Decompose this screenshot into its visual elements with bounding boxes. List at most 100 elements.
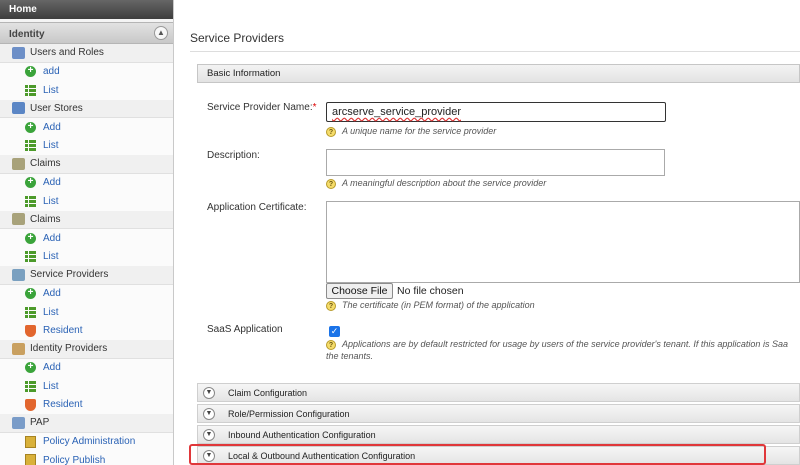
required-mark: * [312, 102, 317, 113]
sidebar-item-label: Add [43, 288, 61, 300]
policy-icon [25, 454, 36, 465]
sp-name-input[interactable]: arcserve_service_provider [326, 102, 666, 122]
sidebar-group: User Stores + Add List [0, 99, 173, 155]
sidebar-group-label: Service Providers [30, 269, 109, 281]
list-icon [25, 380, 36, 392]
policy-icon [25, 435, 36, 448]
collapse-icon[interactable]: ▲ [154, 26, 168, 40]
sidebar-item[interactable]: Policy Publish [0, 451, 173, 465]
sidebar-group: Users and Roles + add List [0, 44, 173, 100]
sidebar-group-icon [12, 102, 25, 115]
saas-help: ? Applications are by default restricted… [326, 339, 800, 350]
sidebar-group-header: Identity Providers [0, 340, 173, 359]
add-icon: + [25, 66, 36, 78]
sidebar-group-icon [12, 342, 25, 355]
accordion-label: Claim Configuration [228, 387, 308, 398]
sidebar-item[interactable]: Resident [0, 395, 173, 414]
accordion-header[interactable]: ▼ Inbound Authentication Configuration [197, 425, 800, 444]
chevron-down-icon[interactable]: ▼ [203, 386, 215, 399]
sidebar-item-label: Policy Publish [43, 454, 106, 465]
sidebar-item-label: Resident [43, 399, 83, 411]
basic-information-header[interactable]: Basic Information [197, 64, 800, 83]
sidebar: Home Identity ▲ Users and Roles + add List U… [0, 0, 174, 465]
accordion-label: Local & Outbound Authentication Configur… [228, 450, 416, 461]
sidebar-item[interactable]: List [0, 247, 173, 266]
sidebar-item[interactable]: + Add [0, 284, 173, 303]
sidebar-item-label: add [43, 66, 60, 78]
list-icon [25, 251, 36, 263]
add-icon: + [25, 288, 36, 300]
sidebar-item[interactable]: List [0, 192, 173, 211]
sidebar-item[interactable]: List [0, 303, 173, 322]
sidebar-item[interactable]: Policy Administration [0, 432, 173, 451]
sidebar-group-icon [12, 268, 25, 281]
list-icon [25, 306, 36, 318]
sidebar-group: Claims + Add List [0, 155, 173, 211]
sidebar-item[interactable]: + Add [0, 173, 173, 192]
add-icon: + [25, 177, 36, 189]
help-icon: ? [326, 340, 336, 350]
list-icon [25, 195, 36, 207]
sidebar-group: Identity Providers + Add List Resident [0, 340, 173, 414]
chevron-down-icon[interactable]: ▼ [203, 428, 215, 441]
add-icon: + [25, 232, 36, 244]
sidebar-group-header: PAP [0, 414, 173, 433]
sidebar-nav: Users and Roles + add List User Stores + Add Li… [0, 44, 173, 465]
sidebar-item[interactable]: Resident [0, 321, 173, 340]
identity-section-header[interactable]: Identity ▲ [0, 22, 173, 44]
sidebar-item[interactable]: List [0, 377, 173, 396]
choose-file-button[interactable]: Choose File [326, 283, 393, 299]
sidebar-group-label: Users and Roles [30, 47, 104, 59]
sidebar-group-icon [12, 46, 25, 59]
sidebar-item-label: List [43, 251, 59, 263]
sidebar-item[interactable]: + Add [0, 118, 173, 137]
sidebar-item-label: Policy Administration [43, 436, 136, 448]
sidebar-group: PAP Policy Administration Policy Publish [0, 414, 173, 465]
add-icon: + [25, 362, 36, 374]
sidebar-item[interactable]: List [0, 81, 173, 100]
sidebar-group-header: Service Providers [0, 266, 173, 285]
sidebar-item[interactable]: + add [0, 62, 173, 81]
help-icon: ? [326, 179, 336, 189]
cert-help: ? The certificate (in PEM format) of the… [326, 300, 535, 311]
description-label: Description: [207, 150, 260, 161]
cert-textarea[interactable] [326, 201, 800, 283]
sidebar-group-label: Claims [30, 158, 61, 170]
sp-name-label: Service Provider Name:* [207, 102, 317, 113]
accordion-label: Inbound Authentication Configuration [228, 429, 376, 440]
accordion-label: Role/Permission Configuration [228, 408, 350, 419]
sidebar-item[interactable]: + Add [0, 358, 173, 377]
sidebar-group-label: User Stores [30, 102, 83, 114]
cert-label: Application Certificate: [207, 202, 307, 213]
chevron-down-icon[interactable]: ▼ [203, 449, 215, 462]
sidebar-group-label: PAP [30, 417, 50, 429]
list-icon [25, 84, 36, 96]
saas-checkbox[interactable]: ✓ [329, 326, 340, 337]
basic-information-label: Basic Information [207, 68, 281, 79]
sidebar-group-header: Users and Roles [0, 44, 173, 63]
sidebar-item[interactable]: List [0, 136, 173, 155]
saas-help-line2: the tenants. [326, 351, 374, 361]
home-link[interactable]: Home [0, 0, 173, 19]
sidebar-group-header: User Stores [0, 99, 173, 118]
sidebar-group: Service Providers + Add List Resident [0, 266, 173, 340]
sidebar-item-label: Add [43, 362, 61, 374]
sidebar-group-header: Claims [0, 210, 173, 229]
help-icon: ? [326, 301, 336, 311]
sidebar-item[interactable]: + Add [0, 229, 173, 248]
no-file-text: No file chosen [397, 285, 464, 297]
sidebar-item-label: List [43, 380, 59, 392]
sidebar-group-header: Claims [0, 155, 173, 174]
chevron-down-icon[interactable]: ▼ [203, 407, 215, 420]
accordion-header[interactable]: ▼ Local & Outbound Authentication Configu… [197, 446, 800, 465]
accordion-header[interactable]: ▼ Claim Configuration [197, 383, 800, 402]
title-divider [190, 51, 800, 52]
page-title: Service Providers [190, 31, 285, 45]
sidebar-group-label: Claims [30, 213, 61, 225]
sidebar-item-label: Add [43, 232, 61, 244]
sidebar-group-label: Identity Providers [30, 343, 108, 355]
accordion-header[interactable]: ▼ Role/Permission Configuration [197, 404, 800, 423]
sidebar-item-label: List [43, 306, 59, 318]
description-textarea[interactable] [326, 149, 665, 176]
sp-name-help: ? A unique name for the service provider [326, 126, 496, 137]
